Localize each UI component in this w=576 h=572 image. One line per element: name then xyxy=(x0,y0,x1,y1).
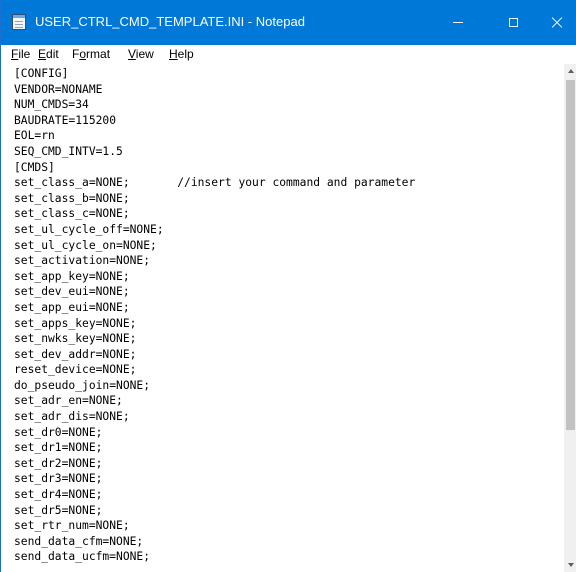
menu-help[interactable]: Help xyxy=(169,46,194,63)
menu-view[interactable]: View xyxy=(128,46,154,63)
maximize-icon xyxy=(508,18,518,27)
close-button[interactable] xyxy=(537,0,576,45)
text-line[interactable]: set_dr3=NONE; xyxy=(14,471,415,487)
text-line[interactable]: [CMDS] xyxy=(14,160,415,176)
notepad-icon[interactable] xyxy=(12,14,26,30)
text-line[interactable]: reset_device=NONE; xyxy=(14,362,415,378)
text-line[interactable]: send_data_cfm=NONE; xyxy=(14,534,415,550)
maximize-button[interactable] xyxy=(490,0,536,45)
text-line[interactable]: VENDOR=NONAME xyxy=(14,82,415,98)
minimize-icon xyxy=(453,22,463,23)
text-line[interactable]: set_nwks_key=NONE; xyxy=(14,331,415,347)
text-line[interactable]: set_ul_cycle_off=NONE; xyxy=(14,222,415,238)
text-line[interactable]: set_class_b=NONE; xyxy=(14,191,415,207)
title-bar[interactable]: USER_CTRL_CMD_TEMPLATE.INI - Notepad xyxy=(1,0,576,45)
text-line[interactable]: SEQ_CMD_INTV=1.5 xyxy=(14,144,415,160)
text-line[interactable]: set_dev_addr=NONE; xyxy=(14,347,415,363)
text-line[interactable]: set_app_key=NONE; xyxy=(14,269,415,285)
text-line[interactable]: set_dr1=NONE; xyxy=(14,440,415,456)
menu-bar: File Edit Format View Help xyxy=(1,45,576,64)
text-line[interactable]: set_activation=NONE; xyxy=(14,253,415,269)
text-line[interactable]: do_pseudo_join=NONE; xyxy=(14,378,415,394)
chevron-down-icon xyxy=(567,563,574,567)
text-line[interactable]: set_dr5=NONE; xyxy=(14,503,415,519)
scroll-down-button[interactable] xyxy=(564,558,576,572)
menu-format[interactable]: Format xyxy=(72,46,110,63)
scroll-up-button[interactable] xyxy=(564,64,576,78)
text-line[interactable]: set_rtr_num=NONE; xyxy=(14,518,415,534)
text-line[interactable]: set_app_eui=NONE; xyxy=(14,300,415,316)
vertical-scrollbar[interactable] xyxy=(564,64,576,572)
text-line[interactable]: set_dr4=NONE; xyxy=(14,487,415,503)
window-title: USER_CTRL_CMD_TEMPLATE.INI - Notepad xyxy=(35,14,305,29)
text-line[interactable]: NUM_CMDS=34 xyxy=(14,97,415,113)
chevron-up-icon xyxy=(567,69,574,73)
text-line[interactable]: set_class_a=NONE; //insert your command … xyxy=(14,175,415,191)
text-line[interactable]: [CONFIG] xyxy=(14,66,415,82)
menu-file[interactable]: File xyxy=(11,46,30,63)
text-line[interactable]: set_class_c=NONE; xyxy=(14,206,415,222)
editor-content[interactable]: [CONFIG] VENDOR=NONAME NUM_CMDS=34 BAUDRATE… xyxy=(14,66,415,565)
text-line[interactable]: EOL=rn xyxy=(14,128,415,144)
text-line[interactable]: set_dr0=NONE; xyxy=(14,425,415,441)
text-line[interactable]: send_data_ucfm=NONE; xyxy=(14,549,415,565)
text-line[interactable]: set_apps_key=NONE; xyxy=(14,316,415,332)
close-icon xyxy=(551,17,563,29)
notepad-window: USER_CTRL_CMD_TEMPLATE.INI - Notepad Fil… xyxy=(0,0,576,572)
text-line[interactable]: set_dev_eui=NONE; xyxy=(14,284,415,300)
scrollbar-thumb[interactable] xyxy=(566,80,575,430)
minimize-button[interactable] xyxy=(435,0,481,45)
text-line[interactable]: set_ul_cycle_on=NONE; xyxy=(14,238,415,254)
text-line[interactable]: set_dr2=NONE; xyxy=(14,456,415,472)
text-line[interactable]: BAUDRATE=115200 xyxy=(14,113,415,129)
text-line[interactable]: set_adr_dis=NONE; xyxy=(14,409,415,425)
text-editor[interactable]: [CONFIG] VENDOR=NONAME NUM_CMDS=34 BAUDRATE… xyxy=(1,64,564,572)
menu-edit[interactable]: Edit xyxy=(38,46,59,63)
text-line[interactable]: set_adr_en=NONE; xyxy=(14,393,415,409)
